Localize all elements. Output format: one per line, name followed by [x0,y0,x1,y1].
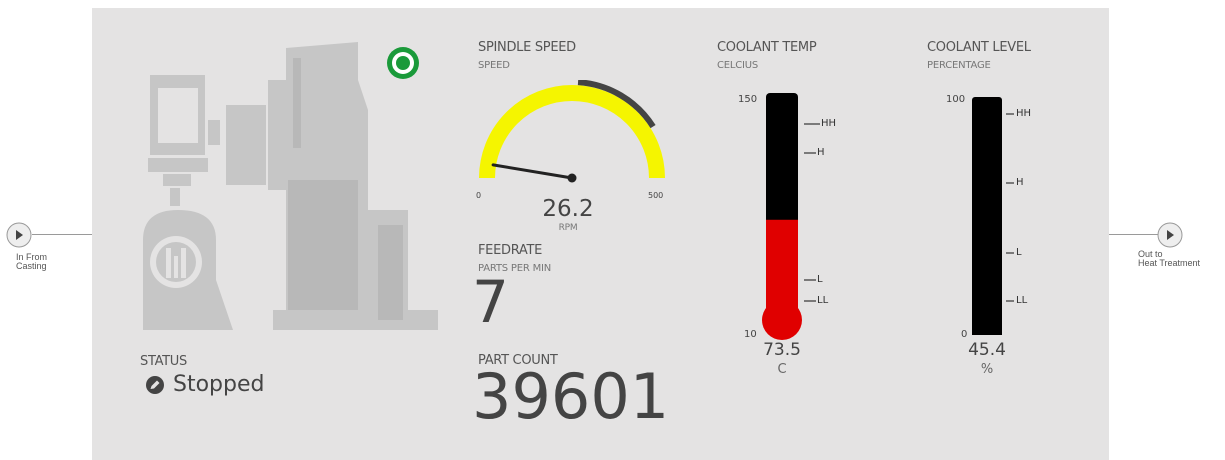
coolant-level-max-label: 100 [946,94,966,105]
level-mark-l: L [1016,247,1022,258]
tank-fill [972,226,1002,335]
spindle-speed-subtitle: SPEED [478,60,510,71]
level-mark-hh: HH [1016,108,1032,119]
temp-mark-l: L [817,274,823,285]
running-indicator-icon [387,47,419,79]
spindle-speed-value: 26.2 [542,196,594,222]
coolant-temp-thermometer [762,93,820,340]
level-mark-ll: LL [1016,295,1028,306]
temp-mark-h: H [817,147,825,158]
feedrate-title: FEEDRATE [478,243,543,258]
gauge-hub [567,173,577,183]
input-connector-line [32,234,92,235]
coolant-level-min-label: 0 [961,329,968,340]
gauge-needle [491,163,574,180]
tank-marks [1006,113,1014,302]
play-circle-icon [1157,222,1183,248]
status-value-row: Stopped [145,372,264,397]
coolant-temp-unit: C [777,362,787,377]
status-label: STATUS [140,354,187,369]
spindle-speed-unit: RPM [558,223,578,233]
coolant-temp-max-label: 150 [738,94,758,105]
coolant-level-title: COOLANT LEVEL [927,40,1031,55]
input-connector-label: In From Casting [16,252,48,271]
gauge-min-label: 0 [476,191,482,200]
output-connector-label: Out to Heat Treatment [1138,249,1201,268]
coolant-level-value: 45.4 [968,340,1006,360]
coolant-temp-subtitle: CELCIUS [717,60,759,71]
thermometer-bulb [762,300,802,340]
coolant-level-subtitle: PERCENTAGE [927,60,991,71]
temp-mark-hh: HH [821,118,837,129]
feedrate-value: 7 [472,268,509,336]
coolant-temp-min-label: 10 [744,329,757,340]
output-connector-line [1109,234,1159,235]
coolant-temp-value: 73.5 [763,340,801,360]
status-value: Stopped [173,372,265,397]
temp-mark-ll: LL [817,295,829,306]
milling-machine-icon [143,42,438,330]
coolant-level-tank [972,97,1014,335]
play-circle-icon [6,222,32,248]
level-mark-h: H [1016,177,1024,188]
gauge-max-label: 500 [648,191,664,200]
spindle-speed-gauge [479,80,665,183]
spindle-speed-title: SPINDLE SPEED [478,40,576,55]
input-connector[interactable] [6,222,32,248]
part-count-value: 39601 [472,360,670,433]
output-connector[interactable] [1157,222,1183,248]
coolant-temp-title: COOLANT TEMP [717,40,817,55]
stopped-icon [146,375,164,394]
coolant-level-unit: % [980,362,994,377]
